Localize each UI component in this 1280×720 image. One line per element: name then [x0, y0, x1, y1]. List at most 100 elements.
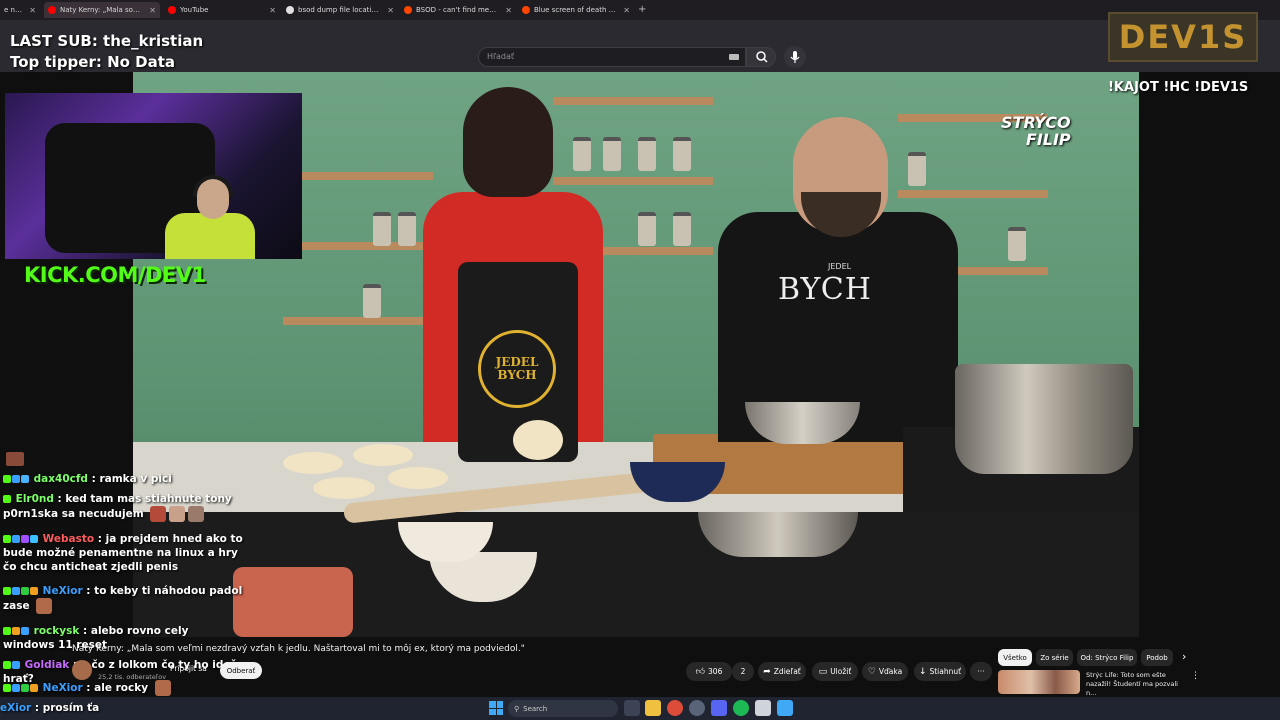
chip-from-channel[interactable]: Od: Strýco Filip [1077, 649, 1137, 666]
chat-badges [3, 681, 39, 695]
discord-icon[interactable] [711, 700, 727, 716]
chat-emote [150, 506, 167, 522]
channel-avatar[interactable] [72, 660, 92, 680]
dough-ball [513, 420, 563, 460]
close-tab-icon[interactable]: ✕ [269, 6, 276, 15]
chat-message: NeXior : ale rocky [3, 680, 243, 696]
app-icon[interactable] [777, 700, 793, 716]
last-sub-text: LAST SUB: the_kristian [10, 32, 204, 50]
spotify-icon[interactable] [733, 700, 749, 716]
new-tab-button[interactable]: + [638, 4, 646, 15]
jar [673, 212, 691, 246]
comments-count[interactable]: 2 [732, 662, 754, 681]
taskbar-search[interactable]: ⚲ Search [508, 700, 618, 717]
red-dish [233, 567, 353, 637]
jar [603, 137, 621, 171]
shirt-small-text: JEDEL [828, 262, 852, 271]
video-title: Naty Kerny: „Mala som veľmi nezdravý vzť… [72, 644, 525, 654]
shelf [553, 177, 713, 185]
task-view-icon[interactable] [624, 700, 640, 716]
shelf [283, 172, 433, 180]
thumbs-up-icon: 👍︎ [695, 666, 706, 677]
tab-google-search[interactable]: bsod dump file location - Goog ✕ [282, 2, 398, 18]
chevron-right-icon[interactable]: › [1182, 650, 1186, 663]
chrome-icon[interactable] [667, 700, 683, 716]
chat-message: Webasto : ja prejdem hned ako to bude mo… [3, 533, 243, 573]
chat-message: dax40cfd : ramka v pici [3, 472, 243, 486]
join-button[interactable]: Pripojiť sa [170, 664, 207, 673]
more-actions-button[interactable]: ··· [970, 662, 992, 681]
dough-circle [353, 444, 413, 466]
jar [638, 137, 656, 171]
kick-channel-link: KICK.COM/DEV1 [24, 263, 206, 287]
stream-stats: LAST SUB: the_kristian Top tipper: No Da… [10, 31, 203, 73]
chat-emote [154, 680, 171, 696]
more-vert-icon[interactable]: ⋮ [1191, 671, 1200, 681]
youtube-favicon-icon [48, 6, 56, 14]
like-button[interactable]: 👍︎ 306 [686, 662, 732, 681]
cooking-pot [955, 364, 1133, 474]
close-tab-icon[interactable]: ✕ [505, 6, 512, 15]
chat-emote [169, 506, 186, 522]
recommended-thumbnail[interactable] [998, 670, 1080, 694]
dough-circle [283, 452, 343, 474]
thanks-button[interactable]: ♡ Vďaka [862, 662, 908, 681]
share-button[interactable]: ➦ Zdieľať [758, 662, 806, 681]
chip-series[interactable]: Zo série [1036, 649, 1073, 666]
chat-badges [3, 658, 21, 672]
streamer-shirt [165, 213, 255, 259]
chat-commands-text: !KAJOT !HC !DEV1S [1108, 80, 1249, 95]
tab-reddit-league[interactable]: Blue screen of death fix - LEAG ✕ [518, 2, 634, 18]
voice-search-button[interactable] [784, 46, 806, 68]
reddit-favicon-icon [404, 6, 412, 14]
download-button[interactable]: ↓ Stiahnuť [914, 662, 966, 681]
metal-bowl [698, 512, 858, 557]
chat-badges [3, 584, 39, 598]
channel-subscribers: 25,2 tis. odberateľov [98, 673, 167, 681]
show-brand-logo: STRÝCO FILIP [1001, 113, 1071, 149]
chat-message: Elr0nd : ked tam mas stiahnute tony p0rn… [3, 493, 232, 522]
subscribe-button[interactable]: Odberať [220, 662, 262, 679]
tab-active[interactable]: Naty Kerny: „Mala som veľmi ne ✕ [44, 2, 160, 18]
jar [908, 152, 926, 186]
heart-dollar-icon: ♡ [867, 666, 876, 677]
chip-all[interactable]: Všetko [998, 649, 1032, 666]
search-button[interactable] [746, 47, 776, 67]
jar [373, 212, 391, 246]
tab-youtube[interactable]: YouTube ✕ [164, 2, 280, 18]
windows-start-icon[interactable] [489, 701, 503, 715]
chat-emote [6, 452, 24, 466]
save-button[interactable]: ▭ Uložiť [812, 662, 858, 681]
close-tab-icon[interactable]: ✕ [623, 6, 630, 15]
recommended-title[interactable]: Strýc Life: Toto som ešte nazažil! Štude… [1086, 671, 1186, 698]
reddit-favicon-icon [522, 6, 530, 14]
close-tab-icon[interactable]: ✕ [29, 6, 36, 15]
youtube-favicon-icon [168, 6, 176, 14]
keyboard-icon[interactable] [729, 54, 739, 60]
shelf [898, 190, 1048, 198]
windows-taskbar [0, 697, 1280, 720]
chat-emote [36, 598, 53, 614]
jar [638, 212, 656, 246]
tab-1[interactable]: e nazaží ✕ [0, 2, 40, 18]
jar [573, 137, 591, 171]
apron-logo: JEDEL BYCH [478, 330, 556, 408]
chip-similar[interactable]: Podob [1141, 649, 1173, 666]
chat-message: NeXior : to keby ti náhodou padol zase [3, 584, 243, 614]
dough-circle [313, 477, 375, 499]
app-icon[interactable] [755, 700, 771, 716]
file-explorer-icon[interactable] [645, 700, 661, 716]
steam-icon[interactable] [689, 700, 705, 716]
tab-reddit-bsod[interactable]: BSOD - can't find memory dum ✕ [400, 2, 516, 18]
search-input[interactable]: Hľadať [478, 47, 746, 67]
chat-badges [3, 472, 30, 486]
close-tab-icon[interactable]: ✕ [387, 6, 394, 15]
shelf [553, 97, 713, 105]
close-tab-icon[interactable]: ✕ [149, 6, 156, 15]
microphone-icon [790, 51, 800, 63]
chat-emote [188, 506, 205, 522]
chat-badges [3, 624, 30, 638]
streamer-logo: DEV1S [1108, 12, 1258, 62]
shirt-text: BYCH [778, 272, 872, 307]
streamer-webcam [5, 93, 302, 259]
